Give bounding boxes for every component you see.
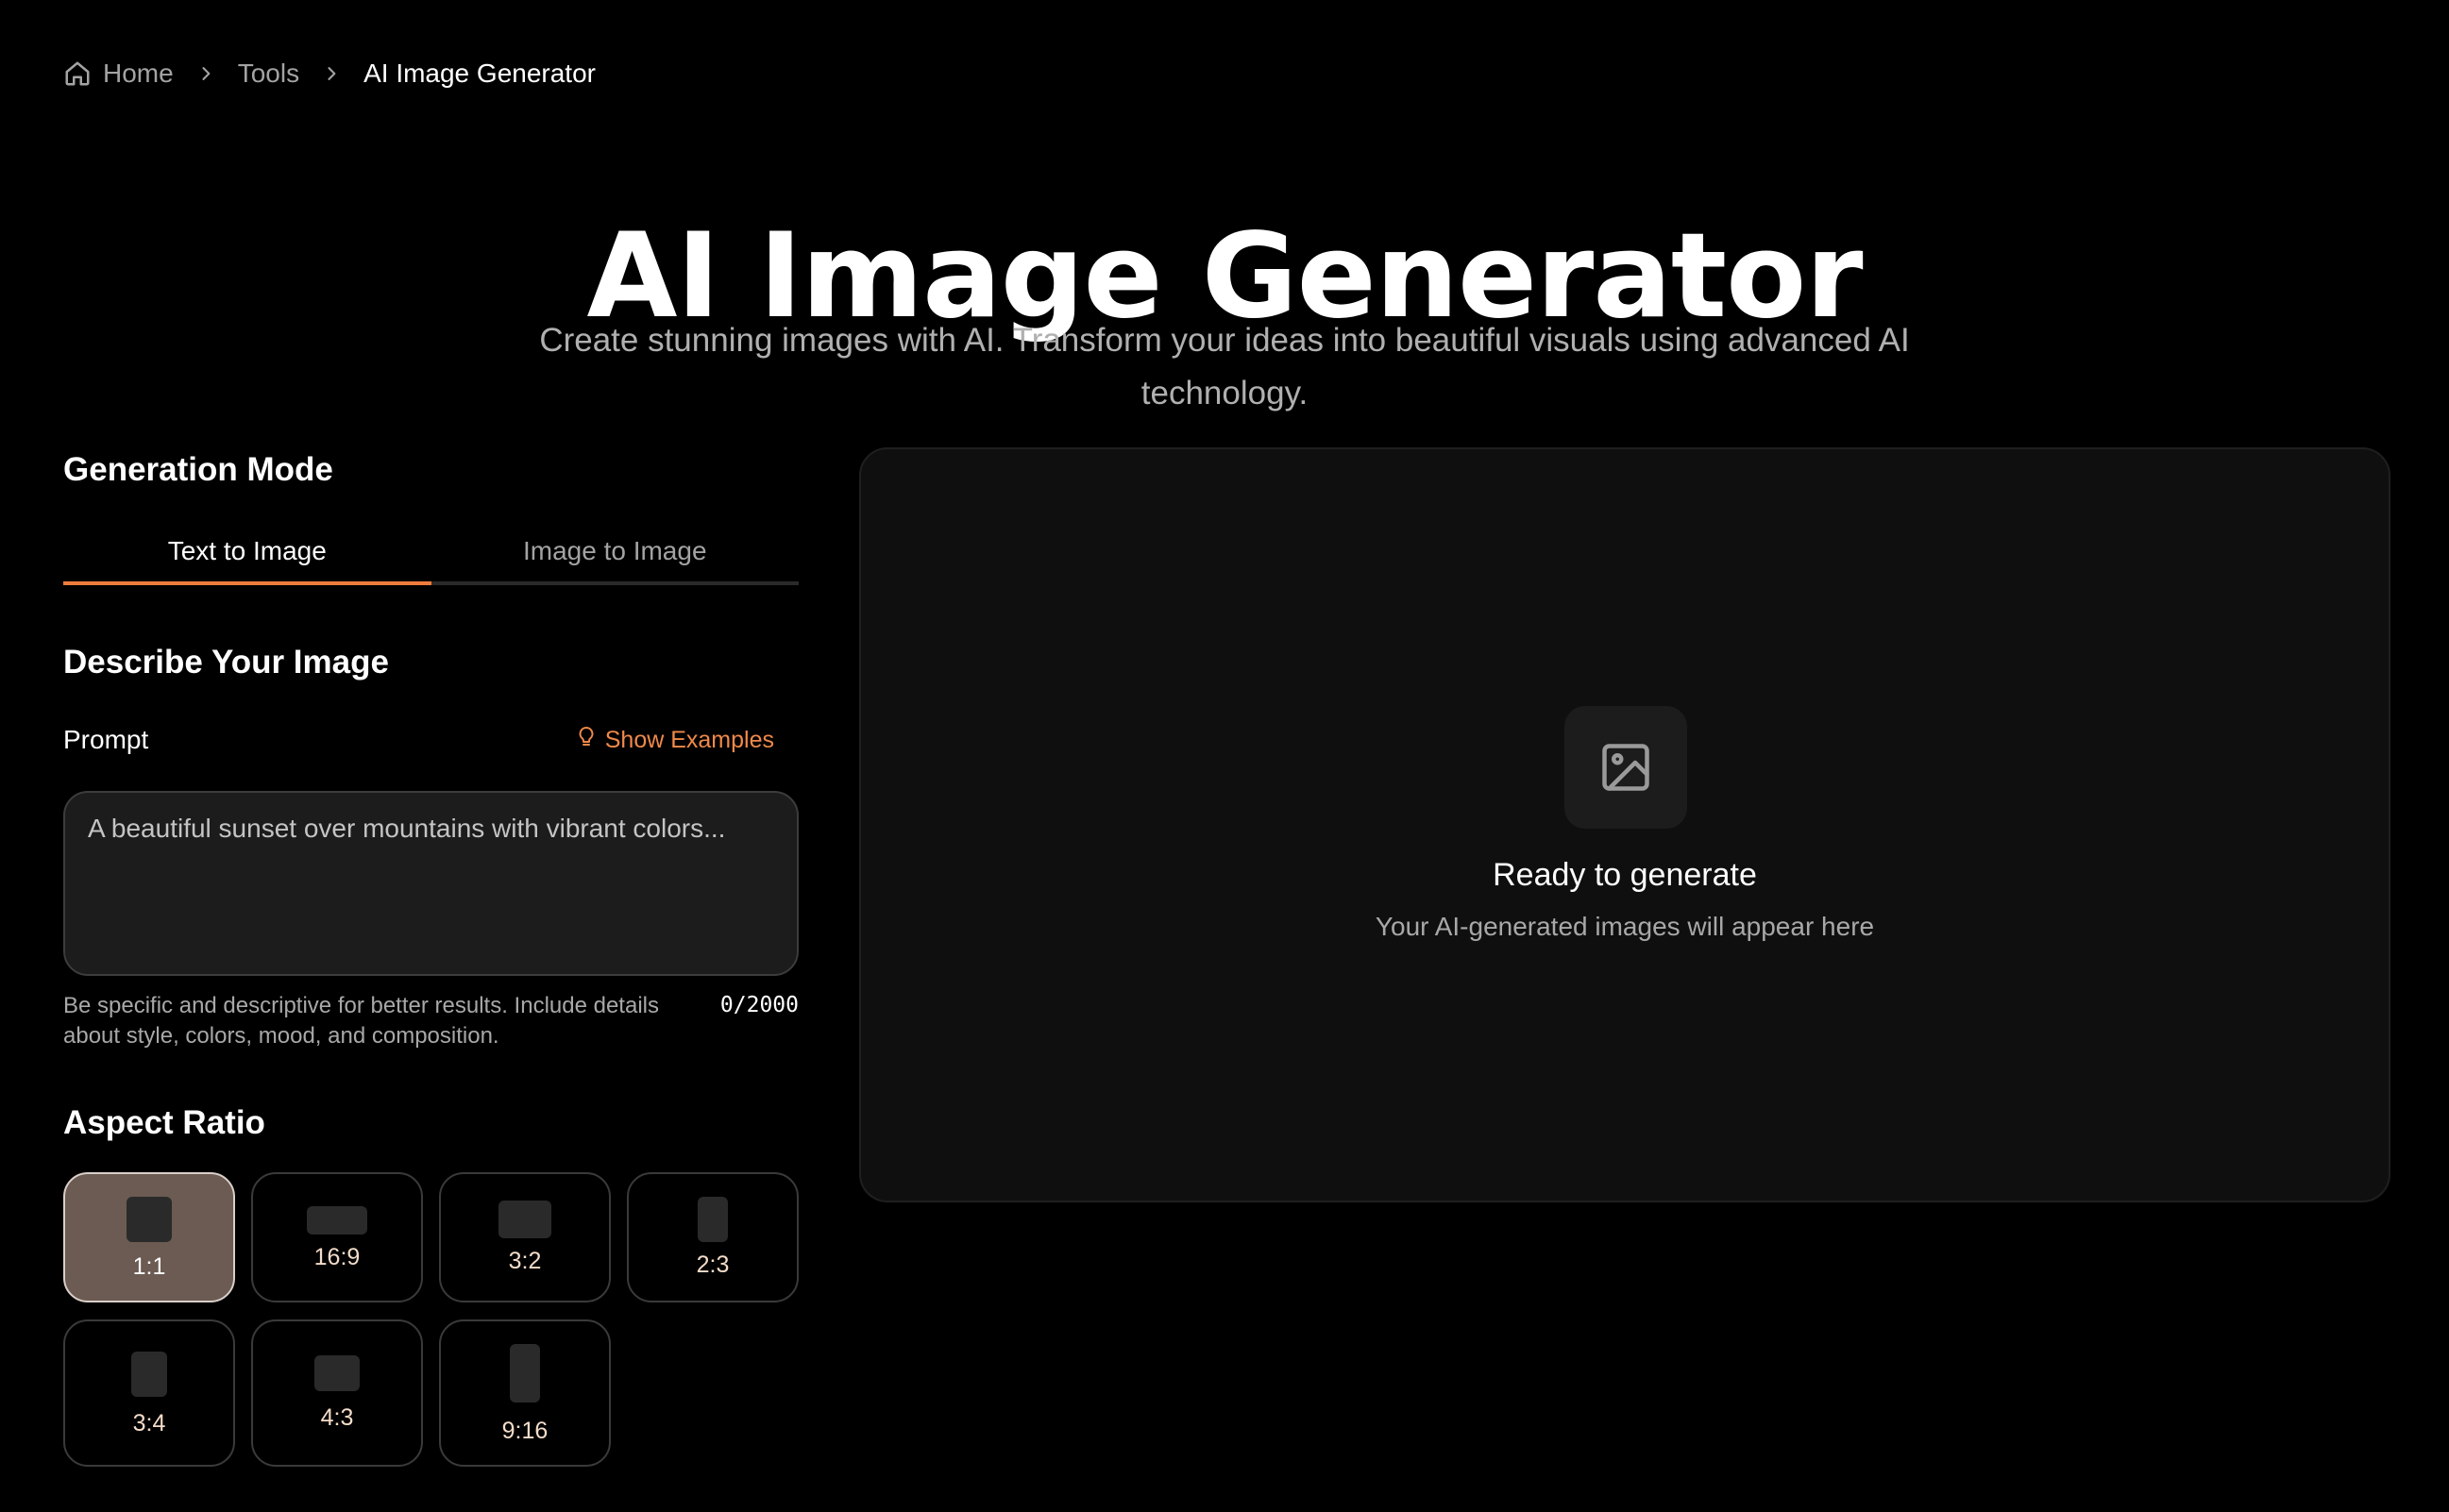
ratio-label: 9:16 [501, 1418, 549, 1444]
prompt-header: Prompt Show Examples [63, 725, 799, 755]
ratio-label: 16:9 [313, 1244, 361, 1270]
ratio-label: 1:1 [132, 1253, 166, 1280]
prompt-label: Prompt [63, 725, 149, 754]
describe-image-title: Describe Your Image [63, 644, 389, 680]
generation-mode-tabs: Text to Image Image to Image [63, 529, 799, 585]
prompt-input[interactable] [63, 791, 799, 976]
landscape-shape-icon [307, 1206, 367, 1235]
ratio-option-3-2[interactable]: 3:2 [439, 1172, 611, 1302]
aspect-ratio-title: Aspect Ratio [63, 1104, 265, 1141]
ratio-option-4-3[interactable]: 4:3 [251, 1319, 423, 1467]
tab-image-to-image[interactable]: Image to Image [431, 529, 800, 581]
preview-panel: Ready to generate Your AI-generated imag… [859, 447, 2390, 1202]
preview-subtitle: Your AI-generated images will appear her… [1375, 912, 1875, 941]
breadcrumb-tools[interactable]: Tools [238, 59, 299, 89]
breadcrumb-home[interactable]: Home [63, 59, 174, 89]
show-examples-button[interactable]: Show Examples [577, 726, 774, 755]
breadcrumb-home-label: Home [103, 59, 174, 88]
home-icon [63, 59, 92, 88]
breadcrumb: Home Tools AI Image Generator [63, 55, 596, 92]
tab-text-to-image[interactable]: Text to Image [63, 529, 431, 585]
landscape-shape-icon [498, 1201, 551, 1238]
ratio-label: 3:4 [132, 1410, 166, 1436]
portrait-shape-icon [698, 1197, 728, 1242]
ratio-option-9-16[interactable]: 9:16 [439, 1319, 611, 1467]
breadcrumb-current: AI Image Generator [363, 59, 596, 88]
ratio-label: 4:3 [320, 1404, 354, 1431]
preview-title: Ready to generate [1493, 857, 1757, 893]
character-counter: 0/2000 [719, 993, 799, 1017]
portrait-shape-icon [510, 1344, 540, 1403]
square-shape-icon [127, 1197, 172, 1242]
ratio-option-1-1[interactable]: 1:1 [63, 1172, 235, 1302]
ratio-option-16-9[interactable]: 16:9 [251, 1172, 423, 1302]
prompt-hint: Be specific and descriptive for better r… [63, 993, 659, 1049]
ratio-option-3-4[interactable]: 3:4 [63, 1319, 235, 1467]
image-icon [1564, 706, 1687, 829]
lightbulb-icon [577, 726, 605, 755]
page-subtitle: Create stunning images with AI. Transfor… [539, 322, 1910, 412]
chevron-right-icon [322, 64, 341, 83]
ratio-option-2-3[interactable]: 2:3 [627, 1172, 799, 1302]
ratio-label: 3:2 [508, 1248, 542, 1274]
portrait-shape-icon [131, 1352, 167, 1397]
ratio-label: 2:3 [696, 1252, 730, 1278]
show-examples-label: Show Examples [604, 726, 774, 753]
generation-mode-title: Generation Mode [63, 451, 333, 488]
chevron-right-icon [196, 64, 215, 83]
landscape-shape-icon [314, 1355, 360, 1391]
prompt-footer: Be specific and descriptive for better r… [63, 991, 799, 1051]
